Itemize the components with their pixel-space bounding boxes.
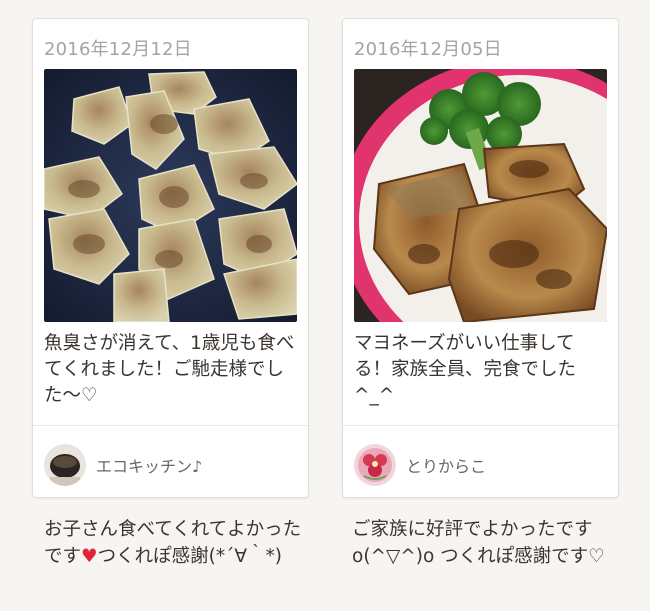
kitchen-reply: お子さん食べてくれてよかったです♥つくれぽ感謝(*´∀｀*) (44, 516, 314, 570)
coffee-cup-avatar[interactable] (44, 444, 86, 486)
card-date: 2016年12月12日 (44, 39, 192, 60)
reply-text: ご家族に好評でよかったですo(^▽^)o つくれぽ感謝です♡ (352, 519, 605, 567)
tsukurepo-card-2[interactable]: 2016年12月05日 マヨネーズがいい仕事してる！家族全員、完食でした^_^ … (342, 18, 619, 498)
heart-icon: ♥ (81, 546, 98, 567)
card-divider (33, 425, 308, 426)
author-name[interactable]: とりからこ (406, 453, 486, 477)
pink-flower-avatar[interactable] (354, 444, 396, 486)
mayo-fried-fish-with-broccoli-photo[interactable] (354, 69, 607, 322)
author-name[interactable]: エコキッチン♪ (96, 453, 202, 477)
tsukurepo-card-1[interactable]: 2016年12月12日 魚臭さが消えて、1歳児も食べてくれました！ご馳走様でした… (32, 18, 309, 498)
card-divider (343, 425, 618, 426)
card-date: 2016年12月05日 (354, 39, 502, 60)
author-row[interactable]: とりからこ (354, 444, 486, 486)
author-row[interactable]: エコキッチン♪ (44, 444, 202, 486)
kitchen-reply: ご家族に好評でよかったですo(^▽^)o つくれぽ感謝です♡ (352, 516, 622, 570)
recipe-comment: 魚臭さが消えて、1歳児も食べてくれました！ご馳走様でした〜♡ (44, 333, 295, 406)
recipe-comment: マヨネーズがいい仕事してる！家族全員、完食でした^_^ (354, 333, 577, 406)
fried-fish-nuggets-photo[interactable] (44, 69, 297, 322)
reply-text-continued: つくれぽ感謝(*´∀｀*) (97, 546, 282, 567)
